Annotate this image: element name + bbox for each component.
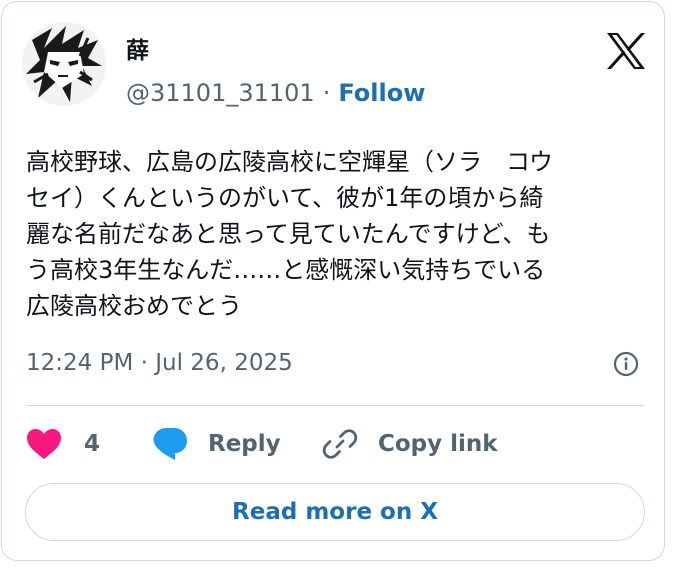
link-icon [322,429,358,459]
avatar-illustration-icon [22,22,106,106]
author-handle[interactable]: @31101_31101 [126,79,315,107]
tweet-card: 薛 @31101_31101 · Follow 高校野球、広島の広陵高校に空輝星（ソ… [1,1,665,561]
author-handle-row: @31101_31101 · Follow [126,78,425,108]
like-button[interactable]: 4 [26,424,100,464]
tweet-text-line: う高校3年生なんだ……と感慨深い気持ちでいる [26,256,546,284]
divider [26,405,644,406]
tweet-timestamp[interactable]: 12:24 PM · Jul 26, 2025 [26,347,293,379]
avatar[interactable] [22,22,106,106]
read-more-on-x-button[interactable]: Read more on X [25,483,645,541]
reply-label: Reply [208,431,281,457]
reply-bubble-icon [153,428,187,460]
separator-dot: · [322,79,331,107]
author-name[interactable]: 薛 [126,36,149,66]
follow-button[interactable]: Follow [338,79,425,107]
info-icon[interactable] [613,351,639,377]
tweet-text-line: 広陵高校おめでとう [26,292,242,320]
like-count: 4 [84,431,101,457]
x-logo-icon[interactable] [606,32,646,70]
tweet-text: 高校野球、広島の広陵高校に空輝星（ソラ コウ セイ）くんというのがいて、彼が1年… [26,144,646,324]
tweet-text-line: セイ）くんというのがいて、彼が1年の頃から綺 [26,184,544,212]
heart-icon [27,429,61,459]
copy-link-button[interactable]: Copy link [322,424,498,464]
tweet-text-line: 高校野球、広島の広陵高校に空輝星（ソラ コウ [26,148,554,176]
tweet-text-line: 麗な名前だなあと思って見ていたんですけど、も [26,220,551,248]
copy-link-label: Copy link [378,431,498,457]
reply-button[interactable]: Reply [152,424,281,464]
